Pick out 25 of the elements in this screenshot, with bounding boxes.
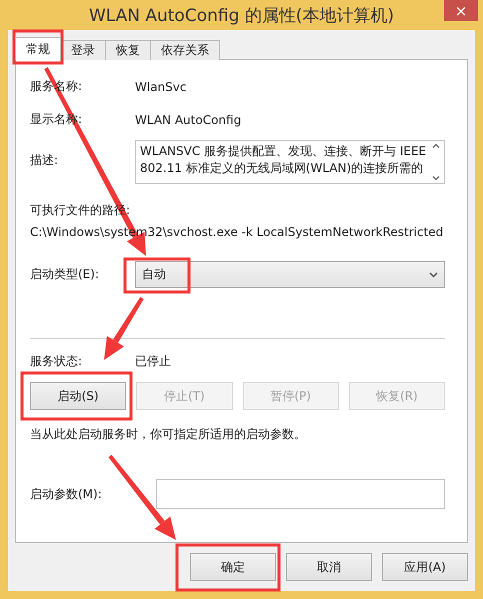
dialog-button[interactable]: 确定	[190, 553, 276, 581]
field-value: WlanSvc	[135, 80, 188, 94]
field-value: WLAN AutoConfig	[135, 112, 242, 126]
close-button[interactable]: ×	[444, 0, 478, 21]
field-value: 已停止	[135, 353, 172, 370]
hint-text: 当从此处启动服务时，你可指定所适用的启动参数。	[30, 426, 307, 443]
start-parameters-field[interactable]	[156, 479, 445, 509]
field-label: 启动参数(M):	[30, 486, 103, 502]
field-label: 描述:	[30, 152, 60, 169]
tab[interactable]: 恢复	[105, 40, 151, 60]
tab[interactable]: 常规	[15, 37, 61, 60]
description-box[interactable]: WLANSVC 服务提供配置、发现、连接、断开与 IEEE 802.11 标准定义的无线局域网(WLAN)的连接所需的	[135, 140, 445, 184]
field-label: 启动类型(E):	[30, 266, 100, 283]
window-title: WLAN AutoConfig 的属性(本地计算机)	[88, 4, 394, 26]
scroll-down-icon[interactable]	[432, 176, 440, 181]
highlight-frame	[124, 258, 190, 294]
startup-type-dropdown[interactable]: 自动	[135, 261, 445, 288]
dialog-button[interactable]: 取消	[286, 553, 372, 581]
chevron-down-icon	[429, 272, 438, 278]
service-button[interactable]: 启动(S)	[30, 382, 126, 410]
scroll-up-icon[interactable]	[432, 143, 440, 148]
tab[interactable]: 依存关系	[150, 40, 220, 60]
highlight-frame	[12, 30, 64, 64]
dialog-button[interactable]: 应用(A)	[382, 553, 468, 581]
field-label: 服务状态:	[30, 353, 84, 370]
